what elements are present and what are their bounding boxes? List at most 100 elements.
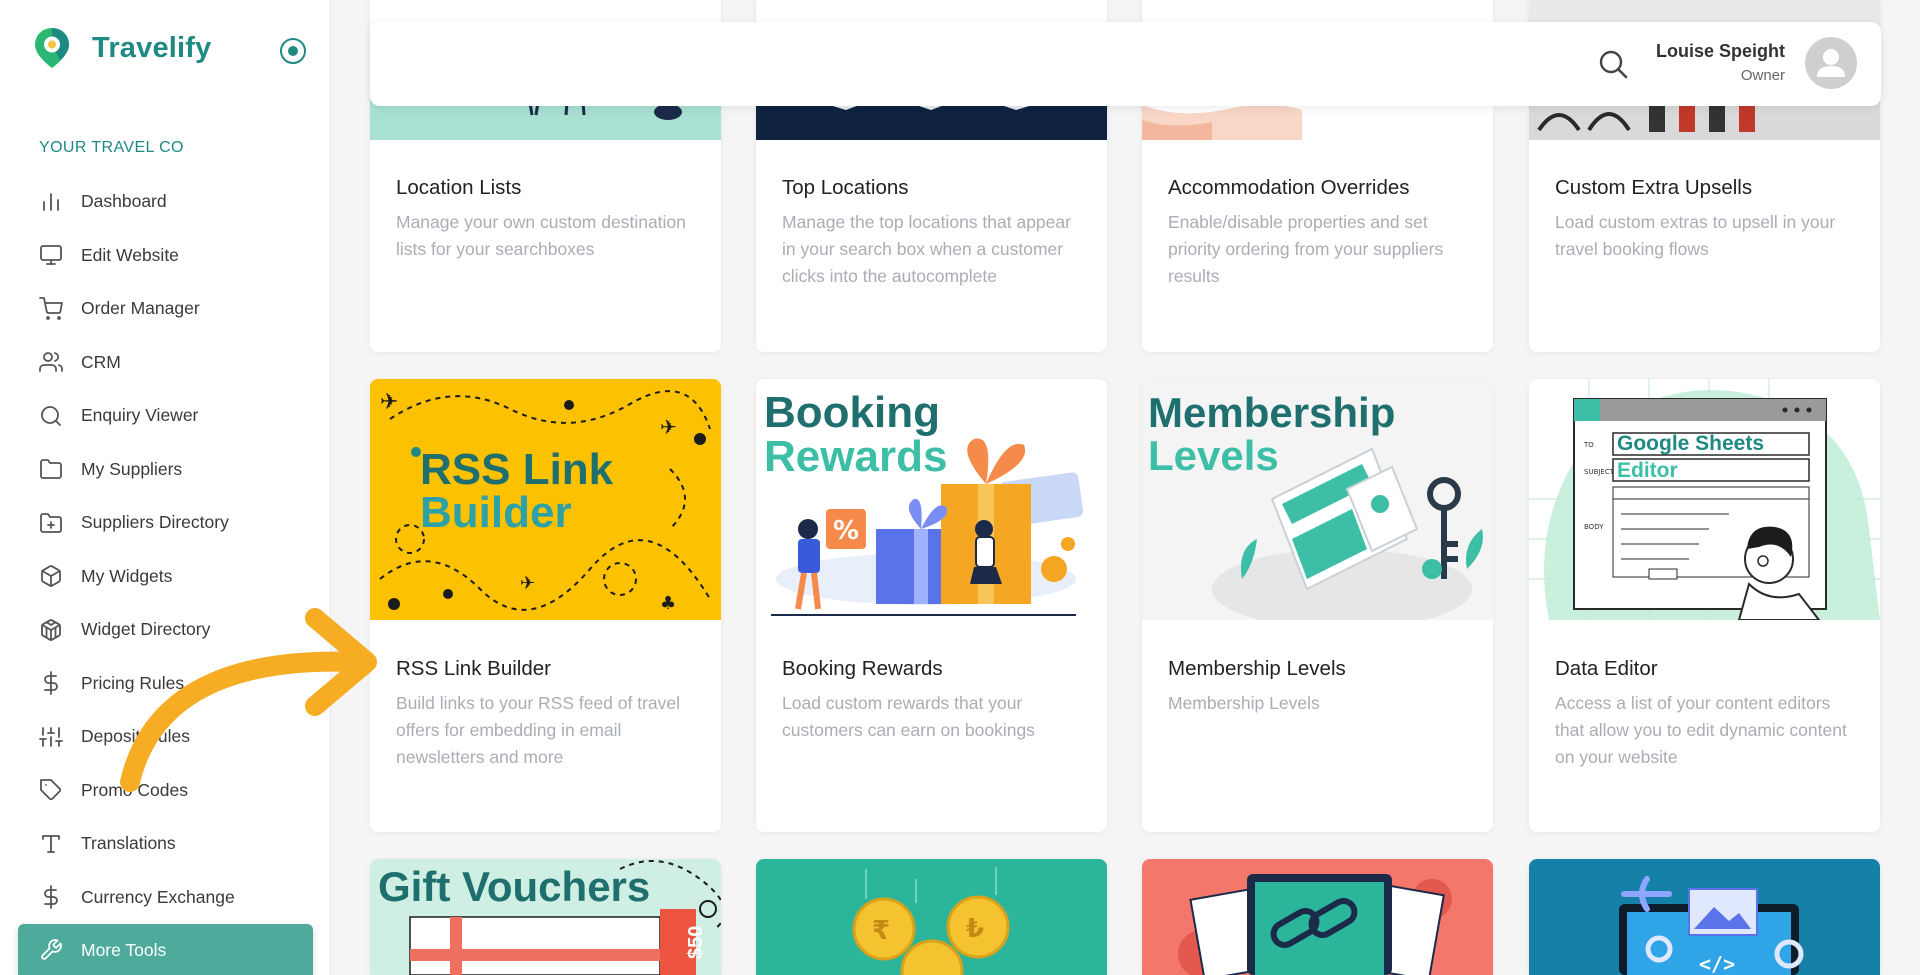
travelify-logo-icon [35, 28, 69, 68]
card-title: Booking Rewards [782, 657, 943, 680]
search-icon [38, 403, 64, 429]
sidebar-item-currency-exchange[interactable]: Currency Exchange [0, 871, 331, 925]
cart-icon [38, 296, 64, 322]
sidebar-nav: Dashboard Edit Website Order Manager CRM… [0, 175, 331, 975]
tool-card-links[interactable] [1142, 859, 1493, 975]
tool-card-booking-rewards[interactable]: Booking Rewards % Booking Rewards Load c… [756, 379, 1107, 832]
svg-text:✈: ✈ [660, 415, 677, 439]
sidebar-item-widget-directory[interactable]: Widget Directory [0, 603, 331, 657]
svg-text:TO: TO [1583, 441, 1594, 449]
box-icon [38, 563, 64, 589]
sidebar-item-label: Promo Codes [81, 779, 188, 800]
gift-image-tag: $50 [685, 926, 707, 959]
svg-text:%: % [833, 516, 859, 546]
card-description: Access a list of your content editors th… [1555, 693, 1847, 767]
card-description: Build links to your RSS feed of travel o… [396, 693, 681, 767]
user-avatar-icon [1817, 49, 1845, 77]
user-name: Louise Speight [1655, 41, 1785, 61]
bar-chart-icon [38, 189, 64, 215]
sidebar-item-order-manager[interactable]: Order Manager [0, 282, 331, 336]
sidebar-item-more-tools[interactable]: More Tools [18, 924, 313, 975]
toggle-dot-icon [288, 46, 298, 56]
gift-image-title: Gift Vouchers [378, 863, 650, 910]
user-info[interactable]: Louise Speight Owner [1656, 41, 1785, 84]
data-editor-image-line2: Editor [1617, 459, 1678, 482]
card-image: Booking Rewards % [756, 379, 1107, 620]
membership-image-line2: Levels [1148, 432, 1279, 479]
sidebar-item-promo-codes[interactable]: Promo Codes [0, 764, 331, 818]
sidebar-item-label: Suppliers Directory [81, 512, 229, 533]
company-section-title: YOUR TRAVEL CO [39, 139, 184, 156]
card-image: ✈ ✈ ✈ ♣ RSS Link Builder [370, 379, 721, 620]
sidebar-item-label: More Tools [81, 939, 167, 960]
card-title: Custom Extra Upsells [1555, 176, 1753, 199]
card-title: Location Lists [396, 176, 522, 199]
users-icon [38, 349, 64, 375]
sidebar-item-my-suppliers[interactable]: My Suppliers [0, 443, 331, 497]
avatar[interactable] [1805, 37, 1857, 89]
type-icon [38, 831, 64, 857]
data-editor-illustration: TO SUBJECT BODY Google Sheets Editor [1529, 379, 1880, 620]
sidebar-item-my-widgets[interactable]: My Widgets [0, 550, 331, 604]
sidebar-item-label: Currency Exchange [81, 886, 235, 907]
card-image: TO SUBJECT BODY Google Sheets Editor [1529, 379, 1880, 620]
card-title: Accommodation Overrides [1168, 176, 1410, 199]
sidebar-item-pricing-rules[interactable]: Pricing Rules [0, 657, 331, 711]
card-image: Membership Levels [1142, 379, 1493, 620]
rss-link-builder-illustration: ✈ ✈ ✈ ♣ RSS Link Builder [370, 379, 721, 620]
card-description: Enable/disable properties and set priori… [1168, 212, 1444, 286]
tool-card-data-editor[interactable]: TO SUBJECT BODY Google Sheets Editor Dat… [1529, 379, 1880, 832]
sidebar-item-label: Translations [81, 833, 176, 854]
folder-plus-icon [38, 510, 64, 536]
rss-image-line1: RSS Link [420, 445, 614, 494]
boxes-icon [38, 617, 64, 643]
card-description: Membership Levels [1168, 693, 1320, 713]
sidebar-item-edit-website[interactable]: Edit Website [0, 229, 331, 283]
sidebar-toggle-button[interactable] [280, 38, 306, 64]
svg-text:✈: ✈ [520, 573, 535, 594]
svg-text:SUBJECT: SUBJECT [1584, 468, 1615, 476]
tool-card-membership-levels[interactable]: Membership Levels Membership Levels Memb… [1142, 379, 1493, 832]
sidebar-item-label: Widget Directory [81, 619, 211, 640]
brand[interactable]: Travelify [32, 26, 212, 70]
wrench-icon [38, 937, 64, 963]
sidebar-item-label: Deposit Rules [81, 726, 190, 747]
coins-illustration: ₹ ₺ [756, 859, 1107, 975]
sidebar-item-suppliers-directory[interactable]: Suppliers Directory [0, 496, 331, 550]
tag-icon [38, 777, 64, 803]
svg-text:♣: ♣ [660, 593, 676, 614]
data-editor-image-line1: Google Sheets [1617, 432, 1764, 455]
booking-image-line2: Rewards [764, 432, 947, 481]
links-illustration [1142, 859, 1493, 975]
sidebar-item-dashboard[interactable]: Dashboard [0, 175, 331, 229]
user-role: Owner [1740, 67, 1785, 84]
card-title: RSS Link Builder [396, 657, 551, 680]
dollar-icon [38, 884, 64, 910]
folder-icon [38, 456, 64, 482]
card-title: Data Editor [1555, 657, 1658, 680]
top-bar: Louise Speight Owner [370, 22, 1881, 106]
tool-card-developer[interactable]: </> [1529, 859, 1880, 975]
card-description: Load custom rewards that your customers … [782, 693, 1035, 740]
card-description: Load custom extras to upsell in your tra… [1555, 212, 1836, 259]
booking-image-line1: Booking [764, 388, 940, 437]
monitor-icon [38, 242, 64, 268]
sidebar-item-translations[interactable]: Translations [0, 817, 331, 871]
sidebar-item-crm[interactable]: CRM [0, 336, 331, 390]
membership-levels-illustration: Membership Levels [1142, 379, 1493, 620]
sidebar: Travelify YOUR TRAVEL CO Dashboard Edit … [0, 0, 331, 975]
rss-image-line2: Builder [420, 488, 572, 537]
sidebar-item-enquiry-viewer[interactable]: Enquiry Viewer [0, 389, 331, 443]
card-title: Top Locations [782, 176, 909, 199]
brand-name: Travelify [92, 31, 212, 64]
tool-card-coins[interactable]: ₹ ₺ [756, 859, 1107, 975]
gift-vouchers-illustration: Gift Vouchers $50 [370, 859, 721, 975]
tool-card-gift-vouchers[interactable]: Gift Vouchers $50 [370, 859, 721, 975]
sliders-icon [38, 724, 64, 750]
search-icon[interactable] [1598, 49, 1628, 79]
sidebar-item-deposit-rules[interactable]: Deposit Rules [0, 710, 331, 764]
booking-rewards-illustration: Booking Rewards % [756, 379, 1107, 620]
card-title: Membership Levels [1168, 657, 1346, 680]
sidebar-item-label: Pricing Rules [81, 672, 185, 693]
tool-card-rss-link-builder[interactable]: ✈ ✈ ✈ ♣ RSS Link Builder RSS Link Builde… [370, 379, 721, 832]
